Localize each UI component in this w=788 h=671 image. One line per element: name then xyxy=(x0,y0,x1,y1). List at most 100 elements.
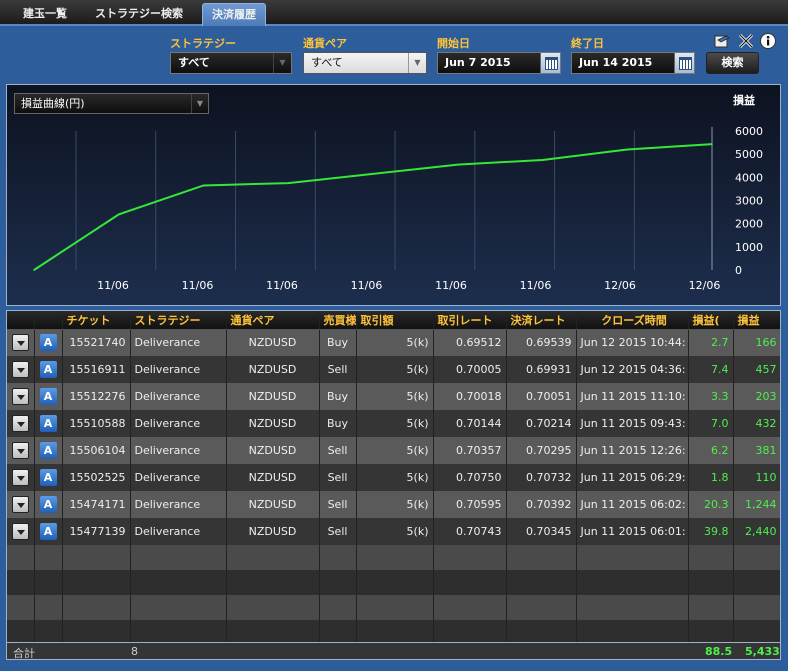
empty-cell xyxy=(130,545,227,570)
empty-cell xyxy=(688,545,734,570)
empty-cell xyxy=(130,595,227,620)
cell-profit: 2,440 xyxy=(733,518,780,545)
search-button[interactable]: 検索 xyxy=(706,52,759,74)
table-row[interactable]: A 15477139 Deliverance NZDUSD Sell 5(k) 0.7074… xyxy=(7,518,780,545)
header-close-rate[interactable]: 決済レート xyxy=(506,311,577,330)
cell-close-rate: 0.69931 xyxy=(506,356,577,383)
row-a-button[interactable]: A xyxy=(39,442,57,459)
row-a-button[interactable]: A xyxy=(39,523,57,540)
row-menu-button[interactable] xyxy=(11,388,29,405)
table-body: A 15521740 Deliverance NZDUSD Buy 5(k) 0.69512… xyxy=(7,329,780,645)
x-tick-label: 11/06 xyxy=(520,279,552,292)
row-a-button[interactable]: A xyxy=(39,496,57,513)
end-date-label: 終了日 xyxy=(571,37,604,50)
table-row[interactable]: A 15512276 Deliverance NZDUSD Buy 5(k) 0.70018… xyxy=(7,383,780,410)
header-strategy[interactable]: ストラテジー xyxy=(130,311,227,330)
cell-pair: NZDUSD xyxy=(226,356,320,383)
y-tick-label: 6000 xyxy=(735,125,763,138)
cell-ticket: 15477139 xyxy=(62,518,131,545)
row-menu-button[interactable] xyxy=(11,334,29,352)
row-a-button[interactable]: A xyxy=(39,469,57,486)
calendar-icon[interactable] xyxy=(540,53,560,73)
data-point xyxy=(541,159,544,161)
cell-side: Buy xyxy=(319,383,357,410)
empty-cell xyxy=(733,545,780,570)
empty-cell xyxy=(433,595,507,620)
cell-pair: NZDUSD xyxy=(226,410,320,437)
row-a-button[interactable]: A xyxy=(39,361,57,378)
cell-pair: NZDUSD xyxy=(226,383,320,410)
chevron-down-icon: ▼ xyxy=(273,53,291,73)
header-close-time[interactable]: クローズ時間 xyxy=(576,311,689,330)
cell-profit: 110 xyxy=(733,464,780,491)
row-menu-button[interactable] xyxy=(11,361,29,378)
header-pair[interactable]: 通貨ペア xyxy=(226,311,320,330)
cell-profit: 203 xyxy=(733,383,780,410)
cell-close-time: Jun 12 2015 04:36: xyxy=(576,356,689,383)
total-count: 8 xyxy=(131,645,138,658)
table-row[interactable]: A 15474171 Deliverance NZDUSD Sell 5(k) 0.7059… xyxy=(7,491,780,518)
row-menu-button[interactable] xyxy=(11,442,29,459)
export-icon[interactable] xyxy=(714,33,730,49)
info-icon[interactable] xyxy=(760,33,776,49)
header-auto[interactable] xyxy=(34,311,63,330)
cell-profit: 432 xyxy=(733,410,780,437)
strategy-select[interactable]: すべて ▼ xyxy=(170,52,292,74)
cell-ticket: 15474171 xyxy=(62,491,131,518)
x-tick-label: 12/06 xyxy=(689,279,721,292)
cell-close-time: Jun 12 2015 10:44: xyxy=(576,329,689,356)
table-row[interactable]: A 15510588 Deliverance NZDUSD Buy 5(k) 0.70144… xyxy=(7,410,780,437)
tab-settlement-history[interactable]: 決済履歴 xyxy=(202,3,266,26)
header-open-rate[interactable]: 取引レート xyxy=(433,311,507,330)
end-date-field[interactable]: Jun 14 2015 xyxy=(571,52,695,74)
tab-positions[interactable]: 建玉一覧 xyxy=(12,3,78,26)
cell-pair: NZDUSD xyxy=(226,464,320,491)
chart-type-select[interactable]: 損益曲線(円) ▼ xyxy=(14,93,209,114)
header-ticket[interactable]: チケット xyxy=(62,311,131,330)
start-date-field[interactable]: Jun 7 2015 xyxy=(437,52,561,74)
pair-select[interactable]: すべて ▼ xyxy=(303,52,427,74)
x-tick-label: 11/06 xyxy=(435,279,467,292)
tab-strategy-search[interactable]: ストラテジー検索 xyxy=(86,3,192,26)
header-menu[interactable] xyxy=(7,311,35,330)
total-pips: 88.5 xyxy=(705,645,733,658)
cell-open-rate: 0.70750 xyxy=(433,464,507,491)
empty-row xyxy=(7,570,780,595)
row-menu-button[interactable] xyxy=(11,415,29,432)
row-a-button[interactable]: A xyxy=(39,334,57,352)
cell-open-rate: 0.70595 xyxy=(433,491,507,518)
row-menu-button[interactable] xyxy=(11,469,29,486)
row-menu-button[interactable] xyxy=(11,523,29,540)
table-row[interactable]: A 15521740 Deliverance NZDUSD Buy 5(k) 0.69512… xyxy=(7,329,780,356)
total-label: 合計 xyxy=(13,647,35,660)
header-side[interactable]: 売買様 xyxy=(319,311,357,330)
cell-pair: NZDUSD xyxy=(226,518,320,545)
y-tick-label: 1000 xyxy=(735,241,763,254)
row-a-cell: A xyxy=(34,383,63,410)
empty-cell xyxy=(62,595,131,620)
table-row[interactable]: A 15502525 Deliverance NZDUSD Sell 5(k) 0.7075… xyxy=(7,464,780,491)
excel-icon[interactable] xyxy=(738,33,754,49)
row-a-button[interactable]: A xyxy=(39,388,57,405)
row-menu-button[interactable] xyxy=(11,496,29,513)
chevron-down-icon: ▼ xyxy=(191,94,208,113)
data-point xyxy=(287,182,290,184)
cell-side: Buy xyxy=(319,410,357,437)
table-row[interactable]: A 15516911 Deliverance NZDUSD Sell 5(k) 0.7000… xyxy=(7,356,780,383)
table-row[interactable]: A 15506104 Deliverance NZDUSD Sell 5(k) 0.7035… xyxy=(7,437,780,464)
empty-row xyxy=(7,595,780,620)
data-point xyxy=(202,184,205,187)
row-a-button[interactable]: A xyxy=(39,415,57,432)
header-pips[interactable]: 損益( xyxy=(688,311,734,330)
calendar-icon[interactable] xyxy=(674,53,694,73)
header-amount[interactable]: 取引額 xyxy=(356,311,434,330)
cell-close-rate: 0.70732 xyxy=(506,464,577,491)
row-menu-cell xyxy=(7,383,35,410)
cell-strategy: Deliverance xyxy=(130,518,227,545)
empty-cell xyxy=(433,570,507,595)
cell-open-rate: 0.70144 xyxy=(433,410,507,437)
cell-pair: NZDUSD xyxy=(226,329,320,356)
empty-cell xyxy=(226,570,320,595)
strategy-select-value: すべて xyxy=(178,56,210,69)
header-profit[interactable]: 損益 xyxy=(733,311,780,330)
